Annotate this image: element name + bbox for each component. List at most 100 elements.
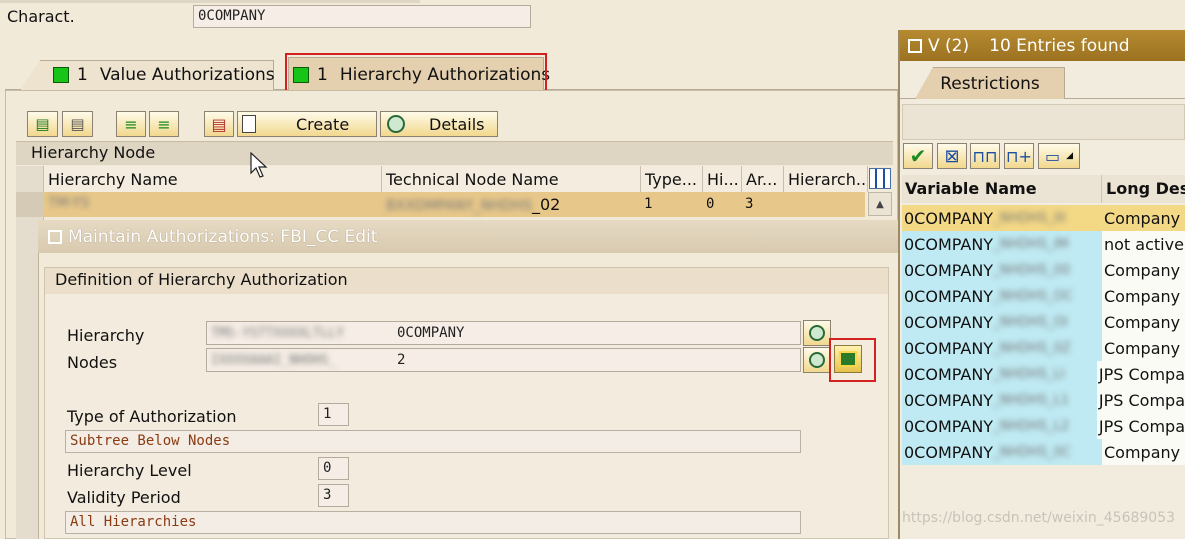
long-description: Company bbox=[1104, 208, 1181, 228]
magnifier-icon bbox=[387, 115, 405, 133]
scroll-up-button[interactable]: ▲ bbox=[868, 192, 892, 216]
type-of-authorization-field[interactable]: 1 bbox=[318, 403, 349, 426]
variable-name: 0COMPANY bbox=[904, 234, 994, 254]
long-description-cell: Company bbox=[1102, 439, 1185, 465]
tab-value-authorizations-label[interactable]: 1 Value Authorizations bbox=[53, 59, 275, 91]
col-hi[interactable]: Hi... bbox=[703, 166, 742, 192]
list-item[interactable]: 0COMPANY _NHDHS_OI Company bbox=[902, 309, 1185, 335]
long-description-cell: Company bbox=[1102, 309, 1185, 335]
long-description-cell: JPS Compa bbox=[1096, 387, 1185, 413]
long-description-cell: Company bbox=[1102, 335, 1185, 361]
list-item[interactable]: 0COMPANY _NHDHS_00 Company bbox=[902, 257, 1185, 283]
hierarchy-field[interactable]: TMS-YSTTXXXXLTLLY 0COMPANY bbox=[206, 321, 801, 345]
column-settings-icon[interactable] bbox=[869, 168, 891, 189]
list-item[interactable]: 0COMPANY _NHDHS_IM not active bbox=[902, 231, 1185, 257]
hierarchy-level-field[interactable]: 0 bbox=[318, 457, 349, 480]
row-selector[interactable] bbox=[16, 192, 44, 217]
watermark: https://blog.csdn.net/weixin_45689053 bbox=[902, 510, 1176, 526]
details-button[interactable]: Details bbox=[380, 111, 498, 137]
list-item[interactable]: 0COMPANY _NHDHS_0C Company bbox=[902, 439, 1185, 465]
col-variable-name[interactable]: Variable Name bbox=[902, 175, 1102, 203]
nodes-value: 2 bbox=[397, 352, 406, 368]
collapse-icon: ≡ bbox=[157, 114, 171, 134]
expand-button[interactable]: ≡ bbox=[116, 111, 146, 137]
variable-name-cell: 0COMPANY _NHDHS_0I bbox=[902, 205, 1102, 231]
long-description: JPS Compa bbox=[1098, 390, 1185, 410]
popup-entries: 10 Entries found bbox=[989, 35, 1130, 56]
binoculars-button[interactable]: ⊓⊓ bbox=[970, 143, 1000, 169]
insert-row-button[interactable]: ▤ bbox=[27, 111, 58, 137]
table-settings-button[interactable]: ▤ bbox=[204, 111, 234, 137]
cell-technical-blurred: BXXDMPANY_NHDHS bbox=[386, 198, 532, 214]
list-item[interactable]: 0COMPANY _NHDHS_0Z Company bbox=[902, 335, 1185, 361]
col-technical-node-name[interactable]: Technical Node Name bbox=[382, 166, 641, 192]
list-item[interactable]: 0COMPANY _NHDHS_L1 JPS Compa bbox=[902, 387, 1185, 413]
find-next-icon: ⊓+ bbox=[1006, 146, 1032, 166]
cell-type: 1 bbox=[644, 196, 653, 212]
nodes-field[interactable]: IXXXXAAAI_NHOHS_ 2 bbox=[206, 348, 801, 372]
delete-row-button[interactable]: ▤ bbox=[62, 111, 93, 137]
list-item[interactable]: 0COMPANY _NHDHS_OC Company bbox=[902, 283, 1185, 309]
find-next-button[interactable]: ⊓+ bbox=[1004, 143, 1034, 169]
nodes-blurred: IXXXXAAAI_NHOHS_ bbox=[211, 352, 337, 368]
collapse-button[interactable]: ≡ bbox=[149, 111, 179, 137]
variable-name-cell: 0COMPANY _NHDHS_L1 bbox=[902, 387, 1097, 413]
cell-technical-node: BXXDMPANY_NHDHS_02 bbox=[386, 195, 560, 214]
tab-count: 1 bbox=[77, 65, 88, 85]
long-description: JPS Compa bbox=[1098, 364, 1185, 384]
variable-name-blurred: _NHDHS_IM bbox=[993, 236, 1069, 252]
variable-name: 0COMPANY bbox=[904, 312, 994, 332]
binoculars-icon: ⊓⊓ bbox=[972, 146, 998, 166]
list-item[interactable]: 0COMPANY _NHDHS_L2 JPS Compa bbox=[902, 413, 1185, 439]
long-description-cell: JPS Compa bbox=[1096, 413, 1185, 439]
variable-name: 0COMPANY bbox=[904, 338, 994, 358]
create-button[interactable]: Create bbox=[237, 111, 377, 137]
print-button[interactable]: ▭ ◢ bbox=[1038, 143, 1080, 169]
nodes-label: Nodes bbox=[67, 353, 118, 372]
cell-ar: 3 bbox=[745, 196, 754, 212]
list-item[interactable]: 0COMPANY _NHDHS_0I Company bbox=[902, 205, 1185, 231]
type-of-authorization-description: Subtree Below Nodes bbox=[65, 430, 801, 453]
cell-hierarchy-name: TM-YS bbox=[48, 195, 90, 211]
definition-group-header: Definition of Hierarchy Authorization bbox=[45, 268, 888, 294]
type-of-authorization-label: Type of Authorization bbox=[67, 407, 237, 426]
col-type[interactable]: Type... bbox=[641, 166, 703, 192]
col-ar[interactable]: Ar... bbox=[742, 166, 784, 192]
variable-name-blurred: _NHDHS_L2 bbox=[993, 418, 1070, 434]
variable-name-blurred: _NHDHS_OC bbox=[993, 288, 1073, 304]
cancel-button[interactable]: ⊠ bbox=[937, 143, 967, 169]
confirm-button[interactable]: ✔ bbox=[903, 143, 933, 169]
search-icon bbox=[809, 352, 825, 368]
list-item[interactable]: 0COMPANY _NHDHS_LI JPS Compa bbox=[902, 361, 1185, 387]
variable-name: 0COMPANY bbox=[904, 364, 994, 384]
variable-name-cell: 0COMPANY _NHDHS_LI bbox=[902, 361, 1097, 387]
charact-field[interactable]: 0COMPANY bbox=[193, 5, 531, 28]
variable-name: 0COMPANY bbox=[904, 390, 994, 410]
variable-name: 0COMPANY bbox=[904, 208, 994, 228]
popup-window-icon bbox=[908, 38, 922, 53]
variable-name-cell: 0COMPANY _NHDHS_OC bbox=[902, 283, 1102, 309]
hierarchy-value: 0COMPANY bbox=[397, 325, 465, 341]
variable-name-cell: 0COMPANY _NHDHS_L2 bbox=[902, 413, 1097, 439]
col-hierarch[interactable]: Hierarch... bbox=[784, 166, 868, 192]
col-long-description[interactable]: Long Des bbox=[1102, 175, 1185, 203]
long-description: JPS Compa bbox=[1098, 416, 1185, 436]
tab-restrictions[interactable]: Restrictions bbox=[915, 67, 1065, 99]
search-icon bbox=[809, 325, 825, 341]
cell-hi: 0 bbox=[706, 196, 715, 212]
long-description: Company bbox=[1104, 286, 1181, 306]
table-settings-icon: ▤ bbox=[211, 114, 227, 134]
validity-period-field[interactable]: 3 bbox=[318, 484, 349, 507]
variable-name-blurred: _NHDHS_LI bbox=[993, 366, 1065, 382]
hierarchy-search-button[interactable] bbox=[803, 320, 831, 346]
cell-technical-suffix: _02 bbox=[532, 195, 561, 214]
scroll-up-icon: ▲ bbox=[876, 198, 884, 210]
variable-name: 0COMPANY bbox=[904, 416, 994, 436]
variable-name-cell: 0COMPANY _NHDHS_0C bbox=[902, 439, 1102, 465]
col-hierarchy-name[interactable]: Hierarchy Name bbox=[44, 166, 382, 192]
variable-name-blurred: _NHDHS_L1 bbox=[993, 392, 1070, 408]
long-description-cell: Company bbox=[1102, 257, 1185, 283]
long-description: Company bbox=[1104, 312, 1181, 332]
dropdown-icon: ◢ bbox=[1066, 151, 1074, 161]
nodes-search-button[interactable] bbox=[803, 347, 831, 373]
